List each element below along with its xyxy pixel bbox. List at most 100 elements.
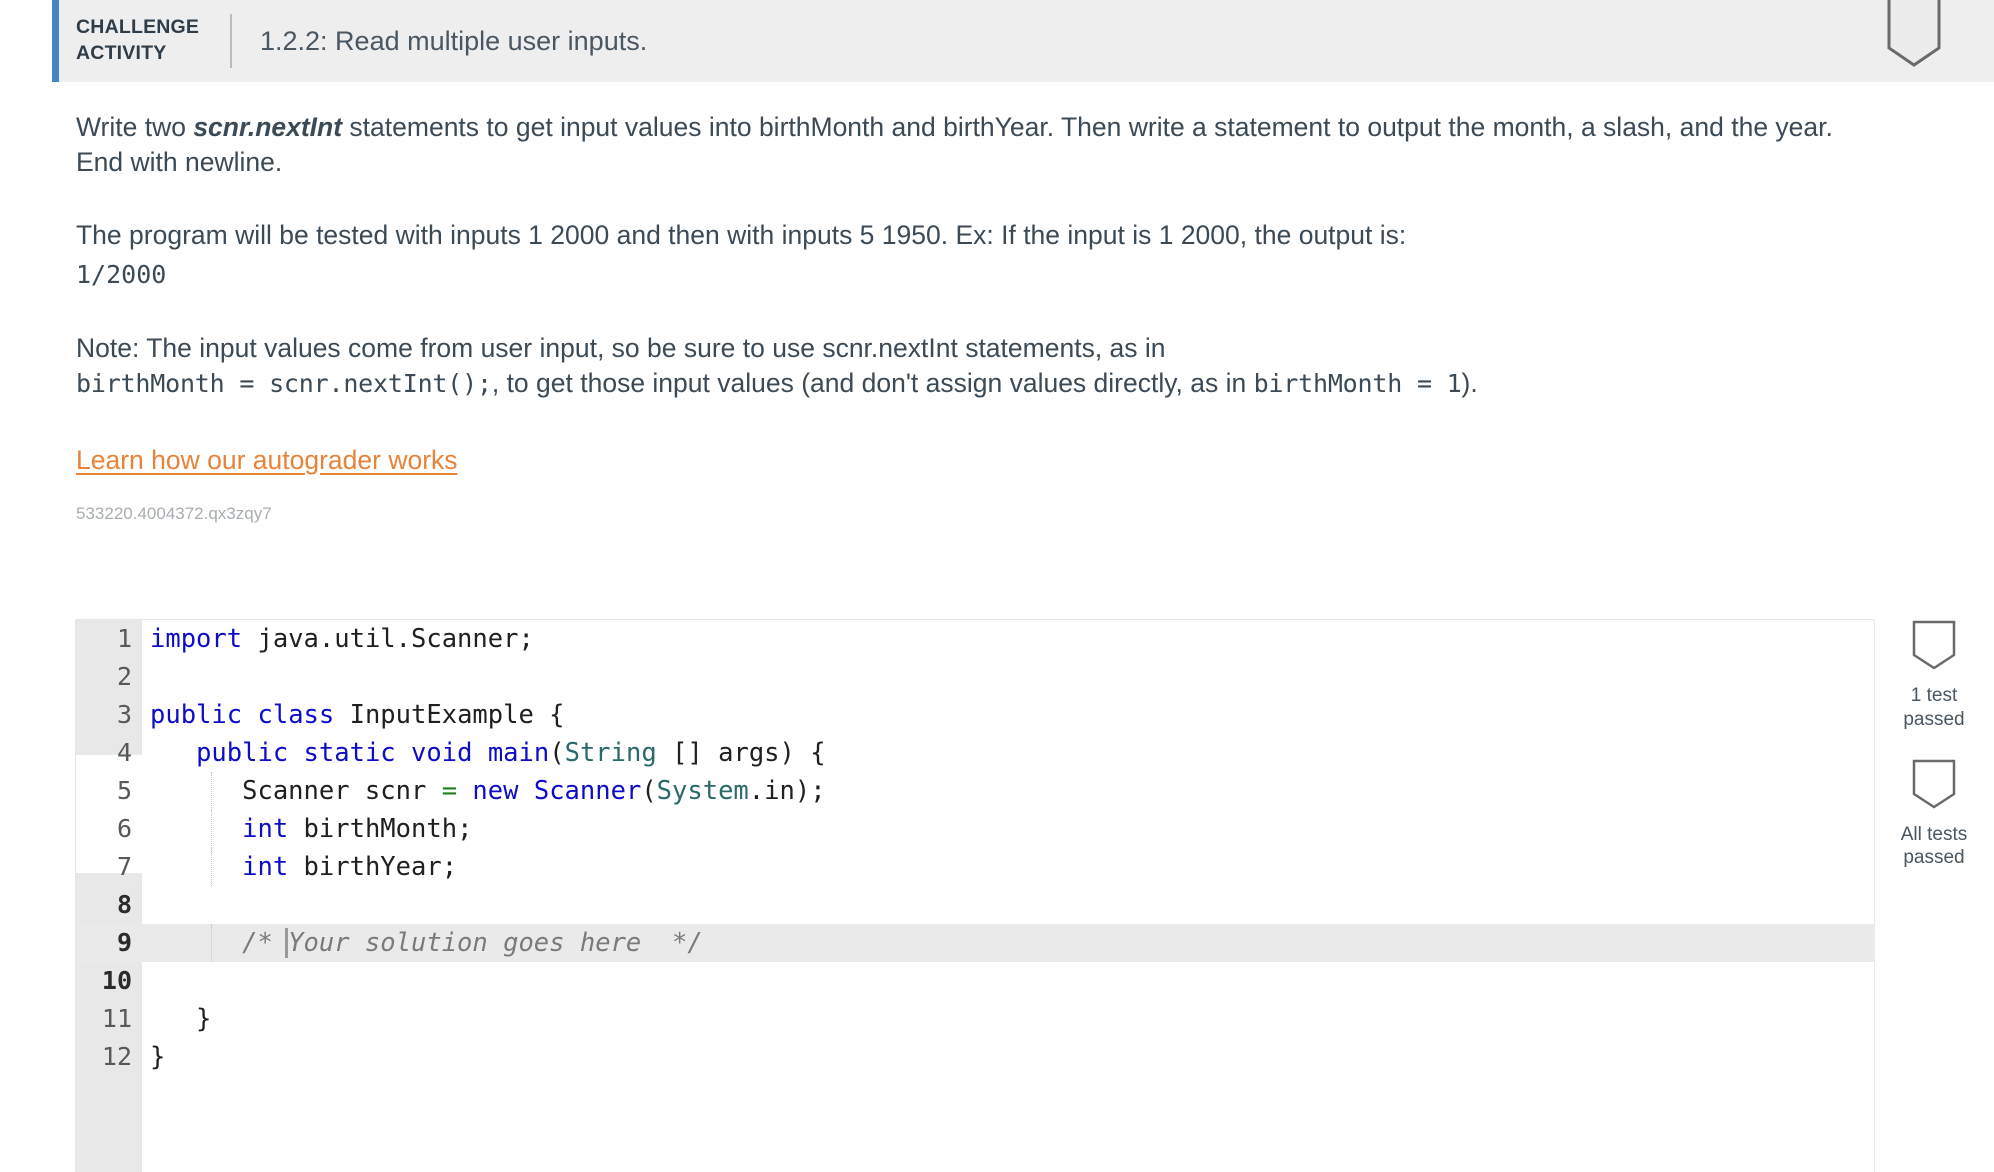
code-token: int — [242, 852, 289, 882]
code-token: class — [257, 700, 335, 730]
code-line[interactable]: 11 } — [76, 1000, 1874, 1038]
indent-guide — [211, 924, 213, 962]
code-line-text[interactable]: } — [142, 1038, 165, 1076]
indent-guide — [211, 772, 213, 810]
example-output: 1/2000 — [76, 259, 167, 289]
code-line-text[interactable]: /* Your solution goes here */ — [142, 924, 703, 962]
prompt-description: Write two scnr.nextInt statements to get… — [52, 82, 1886, 524]
code-line-text[interactable]: int birthMonth; — [142, 810, 472, 848]
header-divider — [230, 14, 232, 68]
code-line-text[interactable]: public static void main(String [] args) … — [142, 734, 826, 772]
code-token: = — [441, 776, 458, 806]
line-number: 10 — [101, 966, 132, 995]
text-cursor — [285, 928, 288, 958]
line-number: 6 — [116, 814, 132, 843]
line-number: 2 — [116, 662, 132, 691]
code-line[interactable]: 8 — [76, 886, 1874, 924]
code-token: birthMonth; — [288, 814, 473, 844]
prompt-paragraph-3: Note: The input values come from user in… — [76, 331, 1886, 401]
code-line-text[interactable]: } — [142, 1000, 211, 1038]
code-token: [] args) { — [656, 738, 826, 768]
page-title: 1.2.2: Read multiple user inputs. — [260, 25, 648, 56]
code-line[interactable]: 6 int birthMonth; — [76, 810, 1874, 848]
code-line[interactable]: 2 — [76, 658, 1874, 696]
line-number: 7 — [116, 852, 132, 881]
code-line[interactable]: 5 Scanner scnr = new Scanner(System.in); — [76, 772, 1874, 810]
code-token: static — [303, 738, 396, 768]
code-line-text[interactable]: public class InputExample { — [142, 696, 565, 734]
code-line[interactable]: 3 public class InputExample { — [76, 696, 1874, 734]
code-line-text[interactable]: int birthYear; — [142, 848, 457, 886]
prompt-p1-text-a: Write two — [76, 112, 194, 142]
line-number: 5 — [116, 776, 132, 805]
prompt-p3-code-2: birthMonth = 1 — [1253, 368, 1462, 398]
award-ribbon-icon — [1874, 619, 1994, 676]
code-token: System — [656, 776, 749, 806]
rail-divider — [1874, 619, 1875, 1172]
prompt-paragraph-2: The program will be tested with inputs 1… — [76, 219, 1407, 250]
line-number: 8 — [116, 890, 132, 919]
code-line[interactable]: 1 import java.util.Scanner; — [76, 620, 1874, 658]
code-line-text[interactable]: import java.util.Scanner; — [142, 620, 534, 658]
award-ribbon-icon — [1874, 758, 1994, 815]
prompt-p3-text-a: Note: The input values come from user in… — [76, 332, 1166, 363]
code-line[interactable]: 4 public static void main(String [] args… — [76, 734, 1874, 772]
prompt-p3-text-b: , to get those input values (and don't a… — [491, 367, 1254, 398]
code-editor[interactable]: 1 import java.util.Scanner; 2 3 public class… — [75, 619, 1875, 1172]
line-number: 1 — [116, 624, 132, 653]
code-token: birthYear; — [288, 852, 458, 882]
test-result-item[interactable]: All tests passed — [1874, 758, 1994, 871]
code-line[interactable]: 12} — [76, 1038, 1874, 1076]
code-line[interactable]: 7 int birthYear; — [76, 848, 1874, 886]
test-results-rail: 1 test passed All tests passed — [1874, 619, 1994, 1172]
code-token: new — [472, 776, 519, 806]
code-line[interactable]: 10 — [76, 962, 1874, 1000]
code-token: InputExample { — [334, 700, 565, 730]
indent-guide — [211, 848, 213, 886]
code-token: String — [564, 738, 657, 768]
line-number: 11 — [101, 1004, 132, 1033]
code-token: public — [196, 738, 289, 768]
prompt-p3-text-c: ). — [1461, 367, 1478, 398]
code-token: main — [487, 738, 550, 768]
line-number: 12 — [101, 1042, 132, 1071]
line-number: 9 — [116, 928, 132, 957]
code-token: } — [150, 1004, 212, 1034]
award-ribbon-icon — [1886, 0, 1942, 85]
code-token: java.util.Scanner; — [242, 624, 534, 654]
line-number: 3 — [116, 700, 132, 729]
prompt-paragraph-1: Write two scnr.nextInt statements to get… — [76, 110, 1886, 180]
header-accent-bar — [52, 0, 59, 82]
code-token: /* Your solution goes here */ — [150, 928, 703, 958]
code-line-list[interactable]: 1 import java.util.Scanner; 2 3 public class… — [76, 620, 1874, 1076]
code-token: void — [411, 738, 473, 768]
test-result-label: 1 test passed — [1903, 685, 1965, 730]
prompt-p1-code: scnr.nextInt — [193, 112, 343, 142]
line-number: 4 — [116, 738, 132, 767]
code-token: import — [150, 624, 243, 654]
code-token: .in); — [748, 776, 826, 806]
indent-guide — [211, 810, 213, 848]
code-token: ( — [549, 738, 565, 768]
autograder-help-link[interactable]: Learn how our autograder works — [76, 445, 458, 476]
code-token: ( — [641, 776, 657, 806]
challenge-activity-kicker: CHALLENGE ACTIVITY — [76, 16, 200, 64]
code-token: public — [150, 700, 243, 730]
code-line[interactable]: 9 /* Your solution goes here */ — [76, 924, 1874, 962]
code-token: Scanner scnr — [150, 776, 442, 806]
activity-id-label: 533220.4004372.qx3zqy7 — [76, 503, 272, 523]
test-result-item[interactable]: 1 test passed — [1874, 619, 1994, 732]
code-token: } — [150, 1042, 166, 1072]
code-line-text[interactable]: Scanner scnr = new Scanner(System.in); — [142, 772, 826, 810]
code-token: Scanner — [533, 776, 642, 806]
prompt-p3-code-1: birthMonth = scnr.nextInt(); — [76, 368, 492, 398]
